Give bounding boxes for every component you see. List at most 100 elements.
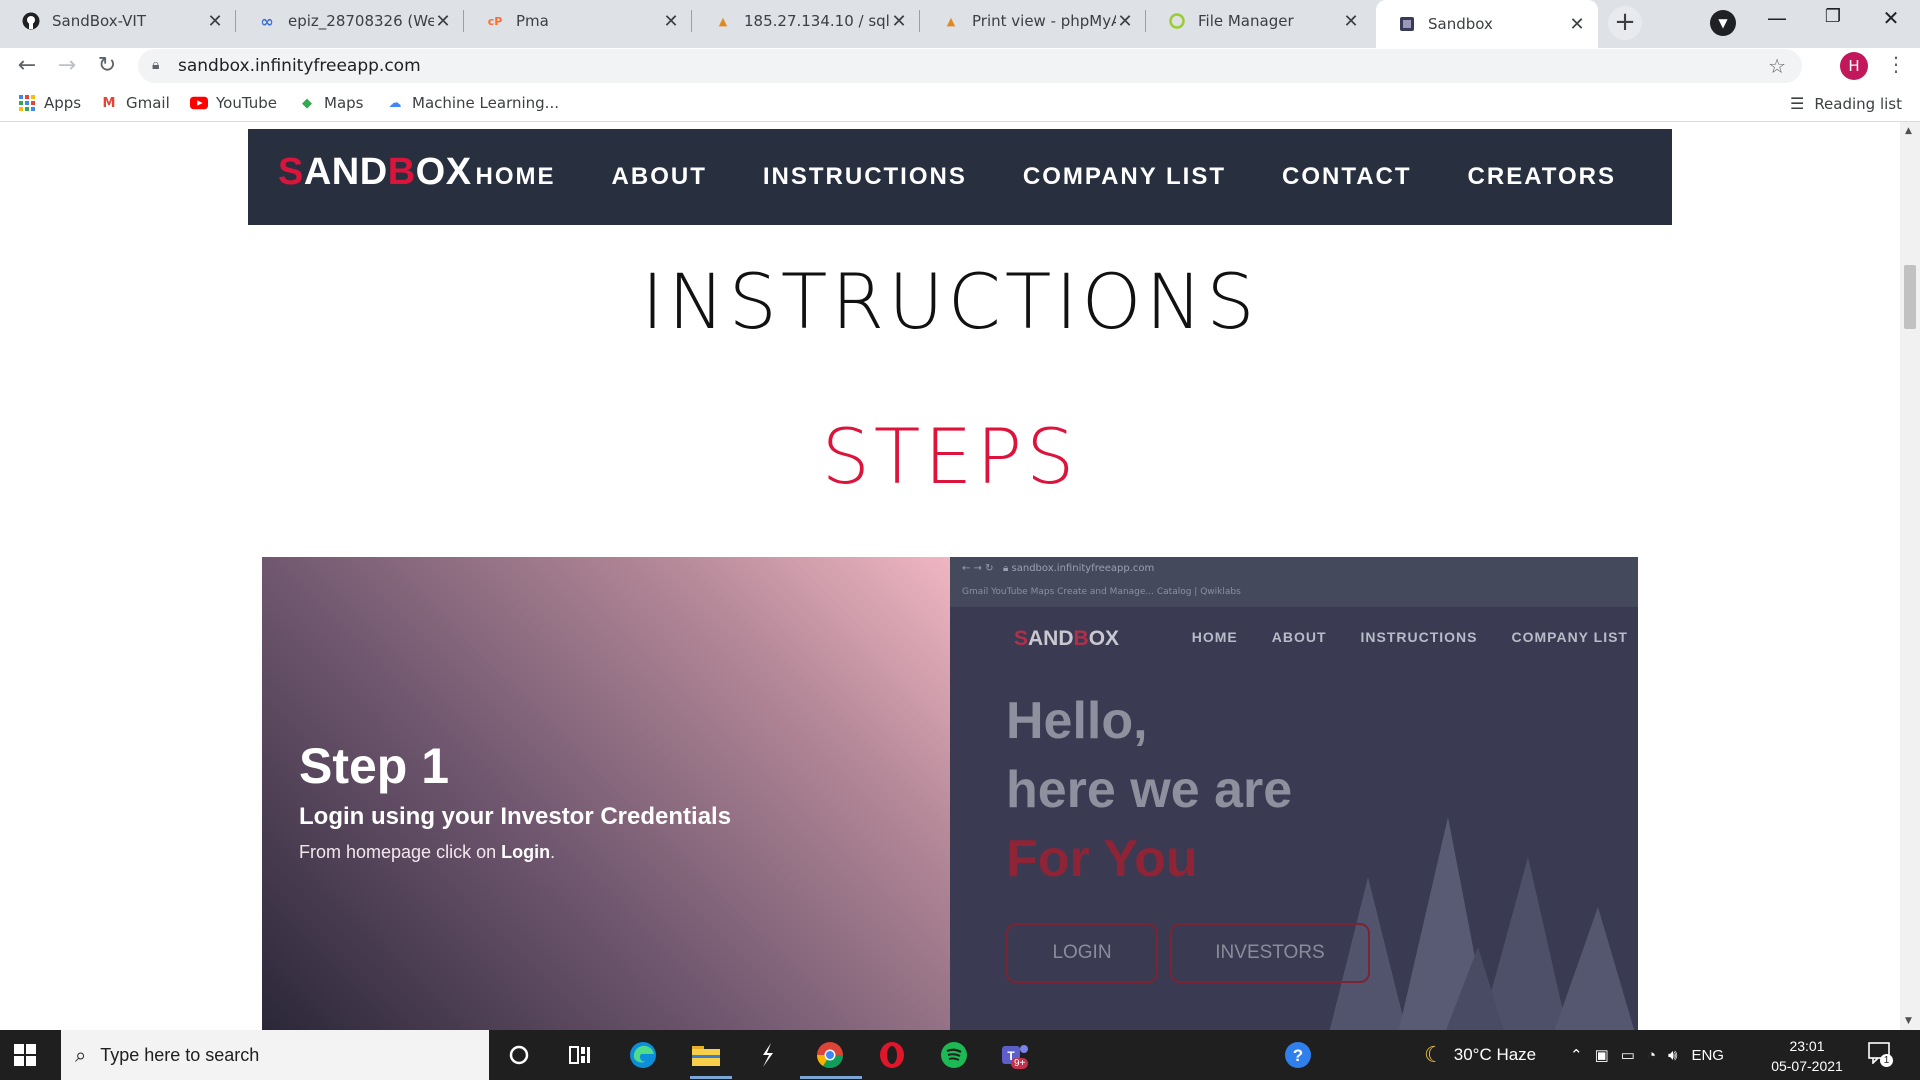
tab-phpmyadmin-sql[interactable]: ▲ 185.27.134.10 / sql11( ✕ (692, 0, 920, 42)
bookmark-apps[interactable]: Apps (18, 94, 81, 112)
preview-login-button: LOGIN (1006, 923, 1158, 983)
teams-badge: 9+ (1011, 1058, 1029, 1069)
weather-widget[interactable]: ☾ 30°C Haze (1424, 1030, 1536, 1080)
help-icon[interactable]: ? (1282, 1039, 1314, 1071)
bookmark-star-icon[interactable]: ☆ (1768, 54, 1786, 78)
lock-icon[interactable]: 🔒︎ (152, 57, 159, 73)
close-tab-icon[interactable]: ✕ (1568, 14, 1586, 35)
battery-icon[interactable]: ▭ (1621, 1046, 1635, 1064)
nav-creators[interactable]: CREATORS (1468, 163, 1616, 191)
file-manager-icon (1168, 12, 1186, 30)
preview-url: sandbox.infinityfreeapp.com (1011, 563, 1155, 574)
notifications-icon[interactable]: 1 (1868, 1042, 1894, 1067)
clock[interactable]: 23:01 05-07-2021 (1762, 1036, 1852, 1076)
step-screenshot-preview: ← → ↻ 🔒︎ sandbox.infinityfreeapp.com Gma… (950, 557, 1638, 1030)
tab-sandbox[interactable]: Sandbox ✕ (1376, 0, 1598, 48)
step-card: Step 1 Login using your Investor Credent… (262, 557, 950, 1030)
tab-epiz[interactable]: ∞ epiz_28708326 (Webs ✕ (236, 0, 464, 42)
spotify-icon[interactable] (938, 1039, 970, 1071)
cloud-icon: ☁ (388, 95, 402, 111)
bookmark-youtube[interactable]: YouTube (190, 94, 277, 112)
preview-nav-instructions: INSTRUCTIONS (1360, 629, 1478, 645)
tab-print-view[interactable]: ▲ Print view - phpMyAd ✕ (920, 0, 1146, 42)
scroll-up-icon[interactable]: ▲ (1905, 126, 1912, 136)
url-text[interactable]: sandbox.infinityfreeapp.com (178, 56, 421, 76)
opera-icon[interactable] (876, 1039, 908, 1071)
profile-avatar[interactable]: H (1840, 52, 1868, 80)
preview-browser-bar: ← → ↻ 🔒︎ sandbox.infinityfreeapp.com Gma… (950, 557, 1638, 607)
address-bar[interactable]: 🔒︎ sandbox.infinityfreeapp.com ☆ (138, 49, 1802, 83)
back-icon[interactable]: ← (12, 52, 42, 82)
preview-logo: SANDBOX (1014, 627, 1120, 650)
tab-file-manager[interactable]: File Manager ✕ (1146, 0, 1372, 42)
device-icon[interactable]: ▣ (1595, 1046, 1609, 1064)
browser-toolbar: ← → ↻ 🔒︎ sandbox.infinityfreeapp.com ☆ (0, 48, 1920, 86)
preview-nav-about: ABOUT (1271, 629, 1327, 645)
apps-grid-icon (18, 94, 36, 112)
forward-icon[interactable]: → (52, 52, 82, 82)
gmail-icon: M (102, 95, 116, 111)
volume-icon[interactable]: 🔊︎ (1668, 1047, 1677, 1064)
preview-menu: HOME ABOUT INSTRUCTIONS COMPANY LIST (1158, 629, 1628, 645)
github-icon (22, 12, 40, 30)
search-placeholder: Type here to search (100, 1044, 260, 1065)
login-link[interactable]: Login (501, 842, 550, 862)
close-tab-icon[interactable]: ✕ (206, 11, 224, 32)
close-tab-icon[interactable]: ✕ (1342, 11, 1360, 32)
windows-taskbar: ⌕ Type here to search T 9+ ? ☾ 30°C Haze… (0, 1030, 1920, 1080)
system-tray: ⌃ ▣ ▭ ◔ 🔊︎ ENG (1570, 1030, 1724, 1080)
nav-instructions[interactable]: INSTRUCTIONS (763, 163, 967, 191)
close-tab-icon[interactable]: ✕ (662, 11, 680, 32)
close-tab-icon[interactable]: ✕ (434, 11, 452, 32)
reload-icon[interactable]: ↻ (92, 52, 122, 82)
menu-kebab-icon[interactable]: ⋮ (1886, 52, 1906, 76)
scroll-down-icon[interactable]: ▼ (1905, 1016, 1912, 1026)
edge-icon[interactable] (627, 1039, 659, 1071)
tab-sandbox-vit[interactable]: SandBox-VIT ✕ (0, 0, 236, 42)
close-tab-icon[interactable]: ✕ (890, 11, 908, 32)
bookmark-maps[interactable]: ◆ Maps (298, 94, 363, 112)
task-view-icon[interactable] (564, 1039, 596, 1071)
language-indicator[interactable]: ENG (1691, 1047, 1724, 1064)
nav-contact[interactable]: CONTACT (1282, 163, 1412, 191)
wifi-icon[interactable]: ◔ (1647, 1047, 1656, 1064)
cortana-icon[interactable] (503, 1039, 535, 1071)
section-title: STEPS (821, 412, 1079, 501)
notification-count: 1 (1880, 1054, 1893, 1067)
scrollbar-thumb[interactable] (1904, 265, 1916, 329)
nav-company-list[interactable]: COMPANY LIST (1023, 163, 1226, 191)
tab-pma[interactable]: cP Pma ✕ (464, 0, 692, 42)
crystals-illustration (1329, 817, 1635, 1030)
step-description: From homepage click on Login. (299, 842, 556, 862)
nav-about[interactable]: ABOUT (612, 163, 707, 191)
reading-list[interactable]: ☰ Reading list (1790, 94, 1902, 113)
tab-search-icon[interactable]: ▼ (1710, 10, 1736, 36)
infinity-icon: ∞ (260, 11, 274, 31)
close-window-icon[interactable]: ✕ (1866, 6, 1916, 30)
sublime-icon[interactable] (751, 1039, 783, 1071)
preview-investors-button: INVESTORS (1170, 923, 1370, 983)
tab-strip: SandBox-VIT ✕ ∞ epiz_28708326 (Webs ✕ cP… (0, 0, 1920, 48)
nav-home[interactable]: HOME (476, 163, 556, 191)
site-logo[interactable]: SANDBOX (278, 151, 472, 194)
taskbar-search[interactable]: ⌕ Type here to search (61, 1030, 489, 1080)
page-scrollbar[interactable]: ▲ ▼ (1900, 122, 1920, 1030)
new-tab-button[interactable]: + (1608, 6, 1642, 40)
reading-list-icon: ☰ (1789, 94, 1805, 113)
close-tab-icon[interactable]: ✕ (1116, 11, 1134, 32)
step-subtitle: Login using your Investor Credentials (299, 803, 732, 830)
chrome-icon[interactable] (814, 1039, 846, 1071)
cpanel-icon: cP (487, 14, 503, 28)
sandbox-icon (1398, 15, 1416, 33)
chevron-up-icon[interactable]: ⌃ (1570, 1046, 1583, 1064)
restore-icon[interactable]: ❐ (1808, 6, 1858, 27)
bookmarks-bar: Apps M Gmail YouTube ◆ Maps ☁ Machine Le… (0, 88, 1920, 122)
bookmark-machine-learning[interactable]: ☁ Machine Learning... (386, 94, 559, 112)
windows-start-icon[interactable] (14, 1044, 36, 1066)
step-title: Step 1 (299, 738, 450, 794)
phpmyadmin-icon: ▲ (946, 14, 956, 28)
file-explorer-icon[interactable] (690, 1039, 722, 1071)
preview-nav-company-list: COMPANY LIST (1511, 629, 1628, 645)
minimize-icon[interactable]: — (1752, 6, 1802, 30)
bookmark-gmail[interactable]: M Gmail (100, 94, 170, 112)
